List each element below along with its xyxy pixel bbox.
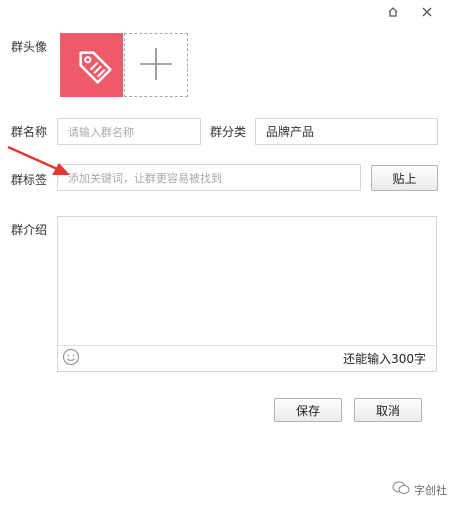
paste-button-label: 贴上: [392, 171, 417, 186]
watermark: 字创社: [392, 481, 447, 498]
char-counter: 还能输入300字: [343, 352, 426, 366]
watermark-text: 字创社: [414, 483, 447, 497]
tag-icon: [69, 41, 115, 90]
group-category-field[interactable]: 品牌产品: [255, 118, 438, 145]
save-button[interactable]: 保存: [274, 398, 342, 422]
group-category-label: 群分类: [210, 125, 247, 139]
group-tags-placeholder: 添加关键词，让群更容易被找到: [68, 171, 222, 185]
group-name-input[interactable]: 请输入群名称: [57, 118, 201, 145]
annotation-arrow: [7, 145, 70, 175]
emoji-icon[interactable]: [62, 348, 80, 369]
group-intro-textarea[interactable]: 还能输入300字: [57, 216, 437, 372]
save-button-label: 保存: [295, 403, 320, 418]
group-name-label: 群名称: [11, 125, 48, 139]
group-avatar[interactable]: [60, 33, 123, 97]
group-intro-label: 群介绍: [11, 223, 48, 237]
wechat-icon: [392, 481, 410, 498]
group-tags-input[interactable]: 添加关键词，让群更容易被找到: [57, 164, 361, 191]
add-avatar-button[interactable]: [124, 33, 188, 97]
group-name-placeholder: 请输入群名称: [68, 125, 134, 139]
group-category-value: 品牌产品: [266, 125, 315, 139]
skin-icon[interactable]: [385, 4, 401, 20]
close-icon[interactable]: [419, 4, 435, 20]
avatar-label: 群头像: [11, 40, 48, 54]
cancel-button[interactable]: 取消: [354, 398, 422, 422]
plus-icon: [139, 47, 173, 84]
intro-footer: 还能输入300字: [58, 345, 436, 371]
paste-button[interactable]: 贴上: [371, 165, 438, 191]
cancel-button-label: 取消: [375, 403, 400, 418]
